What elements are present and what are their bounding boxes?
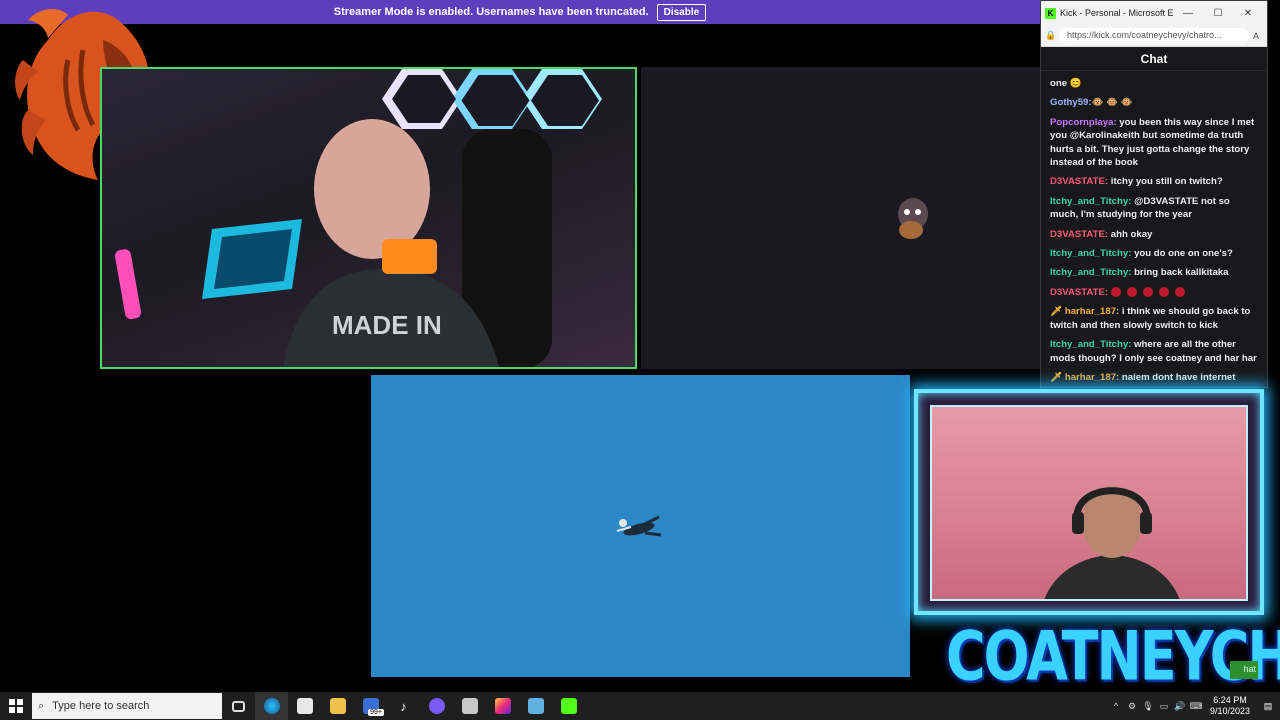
kick-app-icon[interactable] xyxy=(552,692,585,720)
chat-header: Chat xyxy=(1041,47,1267,71)
notification-center-icon[interactable]: ▤ xyxy=(1256,701,1280,712)
kick-favicon-icon: K xyxy=(1045,7,1056,19)
chat-message: Itchy_and_Titchy: where are all the othe… xyxy=(1050,338,1260,365)
chat-username[interactable]: Itchy_and_Titchy: xyxy=(1050,248,1131,259)
chat-text: you do one on one's? xyxy=(1131,248,1233,260)
windows-taskbar: ⌕ Type here to search 99+ ♪ ^ ⚙ 🎙 ▭ 🔊 ⌨ … xyxy=(0,692,1280,720)
chat-text: ahh okay xyxy=(1108,228,1153,240)
webcam-overlay: COATNEYCHEVY hat xyxy=(910,385,1280,696)
chat-username[interactable]: Itchy_and_Titchy: xyxy=(1050,196,1131,207)
chat-message: 🗡 harhar_187: naiem dont have internet xyxy=(1050,371,1260,384)
minimize-button[interactable]: — xyxy=(1173,8,1203,19)
desktop-screen: Streamer Mode is enabled. Usernames have… xyxy=(0,0,1280,720)
chat-username[interactable]: Popcornplaya: xyxy=(1050,117,1117,128)
chat-username[interactable]: D3VASTATE: xyxy=(1050,287,1108,298)
microphone-icon[interactable]: 🎙 xyxy=(1140,701,1156,712)
chevron-up-icon[interactable]: ^ xyxy=(1108,701,1124,711)
chat-message: D3VASTATE: xyxy=(1050,286,1260,299)
lock-icon[interactable]: 🔒 xyxy=(1045,30,1059,41)
tiktok-icon[interactable]: ♪ xyxy=(387,692,420,720)
chat-message: Gothy59:🐵 🐵 🐵 xyxy=(1050,96,1260,109)
windows-icon xyxy=(9,699,23,713)
chat-text: itchy you still on twitch? xyxy=(1108,176,1223,188)
browser-window: K Kick - Personal - Microsoft Edge — ☐ ✕… xyxy=(1040,0,1268,388)
chat-message: D3VASTATE: ahh okay xyxy=(1050,228,1260,241)
window-title: Kick - Personal - Microsoft Edge xyxy=(1060,8,1173,18)
chat-username[interactable]: 🗡 harhar_187: xyxy=(1050,306,1119,317)
chat-widget: hat xyxy=(1230,661,1258,679)
pink-light xyxy=(115,249,142,320)
disable-button[interactable]: Disable xyxy=(656,3,707,21)
chat-message: Itchy_and_Titchy: bring back kallkitaka xyxy=(1050,266,1260,279)
chat-message: 🗡 harhar_187: i think we should go back … xyxy=(1050,305,1260,332)
game-capture xyxy=(371,375,910,677)
mascot-image xyxy=(898,198,928,239)
media-app-icon[interactable]: 99+ xyxy=(354,692,387,720)
chat-text: 🐵 🐵 🐵 xyxy=(1091,97,1133,109)
secondary-person xyxy=(1044,486,1180,599)
notification-badge: 99+ xyxy=(368,709,384,716)
emote-icon xyxy=(1143,287,1154,298)
electric-frame xyxy=(914,389,1264,615)
overlay-panel xyxy=(641,67,1040,369)
chat-username[interactable]: Gothy59: xyxy=(1050,97,1092,108)
game-icon[interactable] xyxy=(519,692,552,720)
store-icon[interactable] xyxy=(288,692,321,720)
instagram-icon[interactable] xyxy=(486,692,519,720)
chat-message: D3VASTATE: itchy you still on twitch? xyxy=(1050,175,1260,188)
tray-app-icon[interactable]: ⚙ xyxy=(1124,701,1140,712)
skydiver-sprite xyxy=(616,515,662,537)
taskbar-search-box[interactable]: ⌕ Type here to search xyxy=(32,693,222,719)
task-view-icon[interactable] xyxy=(222,692,255,720)
chat-message: Itchy_and_Titchy: @D3VASTATE not so much… xyxy=(1050,195,1260,222)
emote-icon xyxy=(1111,287,1122,298)
clock-date: 9/10/2023 xyxy=(1209,706,1251,716)
emote-icon xyxy=(1127,287,1138,298)
address-bar: 🔒 https://kick.com/coatneychevy/chatro..… xyxy=(1041,25,1267,47)
webcam-feed-secondary xyxy=(930,405,1248,601)
emote-icon xyxy=(1175,287,1186,298)
chat-text: bring back kallkitaka xyxy=(1131,267,1229,279)
discord-icon[interactable] xyxy=(420,692,453,720)
chat-username[interactable]: D3VASTATE: xyxy=(1050,229,1108,240)
edge-icon[interactable] xyxy=(255,692,288,720)
network-icon[interactable]: ▭ xyxy=(1156,701,1172,712)
svg-text:MADE IN: MADE IN xyxy=(332,310,442,340)
clock-time: 6:24 PM xyxy=(1213,695,1247,705)
file-explorer-icon[interactable] xyxy=(321,692,354,720)
clock[interactable]: 6:24 PM 9/10/2023 xyxy=(1204,695,1256,717)
search-placeholder: Type here to search xyxy=(52,700,150,712)
chat-message: one 😊 xyxy=(1050,77,1260,90)
chat-text: naiem dont have internet xyxy=(1119,371,1236,383)
chat-message: Itchy_and_Titchy: you do one on one's? xyxy=(1050,247,1260,260)
streamer-person: MADE IN xyxy=(283,119,552,367)
maximize-button[interactable]: ☐ xyxy=(1203,8,1233,19)
chat-username[interactable]: Itchy_and_Titchy: xyxy=(1050,267,1131,278)
search-icon: ⌕ xyxy=(38,699,45,712)
url-field[interactable]: https://kick.com/coatneychevy/chatro... xyxy=(1059,27,1249,44)
notes-icon[interactable] xyxy=(453,692,486,720)
start-button[interactable] xyxy=(0,692,32,720)
emote-icon xyxy=(1159,287,1170,298)
chat-message: Popcornplaya: you been this way since I … xyxy=(1050,116,1260,170)
window-titlebar[interactable]: K Kick - Personal - Microsoft Edge — ☐ ✕ xyxy=(1041,1,1267,25)
chat-message-list[interactable]: one 😊 Gothy59:🐵 🐵 🐵 Popcornplaya: you been… xyxy=(1041,71,1267,387)
read-aloud-icon[interactable]: A xyxy=(1249,31,1263,41)
keyboard-icon[interactable]: ⌨ xyxy=(1188,701,1204,712)
streamer-mode-text: Streamer Mode is enabled. Usernames have… xyxy=(333,6,649,18)
chat-username[interactable]: Itchy_and_Titchy: xyxy=(1050,339,1131,350)
system-tray: ^ ⚙ 🎙 ▭ 🔊 ⌨ 6:24 PM 9/10/2023 ▤ xyxy=(1108,692,1280,720)
chat-text: one 😊 xyxy=(1050,78,1082,89)
chat-username[interactable]: 🗡 harhar_187: xyxy=(1050,372,1119,383)
close-button[interactable]: ✕ xyxy=(1233,8,1263,19)
chat-username[interactable]: D3VASTATE: xyxy=(1050,176,1108,187)
volume-icon[interactable]: 🔊 xyxy=(1172,701,1188,712)
webcam-feed-main: MADE IN xyxy=(100,67,637,369)
